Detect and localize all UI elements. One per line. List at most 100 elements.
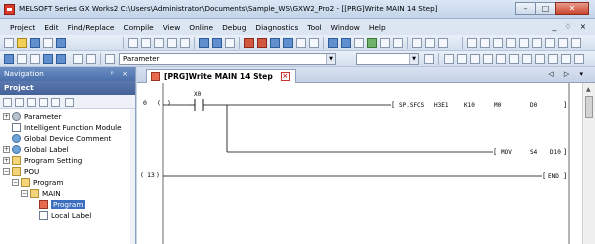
navigation-scrollbar[interactable] (130, 109, 135, 244)
expand-icon[interactable]: + (3, 113, 10, 120)
menu-debug[interactable]: Debug (222, 23, 246, 32)
collapse-icon[interactable]: − (3, 168, 10, 175)
redo-icon[interactable] (180, 38, 190, 48)
tree-item-local-label[interactable]: Local Label (39, 210, 91, 221)
ladder-vline-icon[interactable] (574, 54, 584, 64)
ladder-branch-icon[interactable] (506, 38, 516, 48)
window-cascade-icon[interactable] (425, 38, 435, 48)
copy-icon[interactable] (141, 38, 151, 48)
tab-navigation-icons[interactable]: ◁ ▷ ▾ (548, 70, 587, 78)
zoom-fit-icon[interactable] (424, 54, 434, 64)
help-icon[interactable] (56, 38, 66, 48)
verify-icon[interactable] (225, 38, 235, 48)
properties-icon[interactable] (39, 98, 48, 107)
mdi-controls[interactable]: _ ♢ × (552, 22, 589, 31)
expand-icon[interactable]: + (3, 146, 10, 153)
binoculars-icon[interactable] (105, 54, 115, 64)
output-window-icon[interactable] (43, 54, 53, 64)
print-icon[interactable] (43, 38, 53, 48)
tab-prg-write-main[interactable]: [PRG]Write MAIN 14 Step × (146, 69, 296, 83)
sort-icon[interactable] (51, 98, 60, 107)
close-tab-icon[interactable]: × (280, 72, 290, 81)
menu-online[interactable]: Online (189, 23, 213, 32)
ladder-coil-out-icon[interactable] (548, 54, 558, 64)
ladder-open-contact-icon[interactable] (444, 54, 454, 64)
pin-close-icon[interactable]: ᵖ × (111, 67, 131, 81)
menu-help[interactable]: Help (369, 23, 386, 32)
simulation-icon[interactable] (296, 38, 306, 48)
device-list-icon[interactable] (73, 54, 83, 64)
filter-icon[interactable] (65, 98, 74, 107)
convert-all-icon[interactable] (341, 38, 351, 48)
find-device-icon[interactable] (86, 54, 96, 64)
tree-item-main[interactable]: − MAIN (21, 188, 61, 199)
ladder-hline-icon[interactable] (561, 54, 571, 64)
tree-item-pou[interactable]: − POU (3, 166, 39, 177)
ladder-line-icon[interactable] (493, 38, 503, 48)
editor-scrollbar[interactable]: ▲ (582, 83, 595, 244)
ladder-instruction-icon[interactable] (519, 38, 529, 48)
save-icon[interactable] (30, 38, 40, 48)
ladder-function-icon[interactable] (545, 38, 555, 48)
ladder-contact-icon[interactable] (467, 38, 477, 48)
delete-data-icon[interactable] (15, 98, 24, 107)
compile-icon[interactable] (309, 38, 319, 48)
ladder-diagram[interactable]: 0 ( ) X0 [ SP.SFCS H3E1 K10 M0 D0 ] [ MO… (137, 83, 582, 244)
undo-icon[interactable] (167, 38, 177, 48)
open-data-icon[interactable] (27, 98, 36, 107)
project-window-icon[interactable] (4, 54, 14, 64)
convert-icon[interactable] (328, 38, 338, 48)
options-icon[interactable] (380, 38, 390, 48)
ladder-delete-icon[interactable] (532, 38, 542, 48)
minimize-button[interactable]: – (515, 2, 536, 15)
menu-find-replace[interactable]: Find/Replace (68, 23, 115, 32)
device-batch-icon[interactable] (270, 38, 280, 48)
scroll-thumb[interactable] (585, 96, 593, 118)
menu-window[interactable]: Window (331, 23, 360, 32)
write-to-plc-icon[interactable] (212, 38, 222, 48)
layout-icon[interactable] (393, 38, 403, 48)
ladder-closed-branch-icon[interactable] (509, 54, 519, 64)
tree-item-global-label[interactable]: + Global Label (3, 144, 69, 155)
tree-item-program-folder[interactable]: − Program (12, 177, 63, 188)
element-selection-icon[interactable] (30, 54, 40, 64)
expand-icon[interactable]: + (3, 157, 10, 164)
tree-item-parameter[interactable]: + Parameter (3, 111, 61, 122)
navigation-window-icon[interactable] (17, 54, 27, 64)
menu-compile[interactable]: Compile (123, 23, 153, 32)
tree-item-program-main[interactable]: Program (39, 199, 86, 210)
cross-reference-icon[interactable] (56, 54, 66, 64)
collapse-icon[interactable]: − (21, 190, 28, 197)
ladder-comment-icon[interactable] (558, 38, 568, 48)
zoom-icon[interactable] (412, 38, 422, 48)
ladder-rising-pulse-icon[interactable] (470, 54, 480, 64)
monitor-start-icon[interactable] (244, 38, 254, 48)
menu-view[interactable]: View (163, 23, 181, 32)
watch-icon[interactable] (283, 38, 293, 48)
cut-icon[interactable] (128, 38, 138, 48)
start-icon[interactable] (367, 38, 377, 48)
maximize-button[interactable]: □ (535, 2, 556, 15)
parameter-dropdown[interactable]: Parameter ▼ (119, 53, 336, 65)
ladder-invert-icon[interactable] (535, 54, 545, 64)
ladder-coil-icon[interactable] (480, 38, 490, 48)
find-icon[interactable] (354, 38, 364, 48)
tree-item-program-setting[interactable]: + Program Setting (3, 155, 82, 166)
ladder-pulse-branch-icon[interactable] (522, 54, 532, 64)
tree-item-global-device-comment[interactable]: Global Device Comment (12, 133, 111, 144)
paste-icon[interactable] (154, 38, 164, 48)
monitor-stop-icon[interactable] (257, 38, 267, 48)
close-button[interactable]: ✕ (555, 2, 589, 15)
open-project-icon[interactable] (17, 38, 27, 48)
ladder-falling-pulse-icon[interactable] (483, 54, 493, 64)
menu-diagnostics[interactable]: Diagnostics (255, 23, 298, 32)
read-from-plc-icon[interactable] (199, 38, 209, 48)
scroll-up-icon[interactable]: ▲ (586, 86, 591, 93)
ladder-statement-icon[interactable] (571, 38, 581, 48)
menu-edit[interactable]: Edit (44, 23, 58, 32)
chevron-down-icon[interactable]: ▼ (409, 54, 418, 64)
tree-item-intelligent-function-module[interactable]: Intelligent Function Module (12, 122, 122, 133)
collapse-icon[interactable]: − (12, 179, 19, 186)
ladder-closed-contact-icon[interactable] (457, 54, 467, 64)
new-project-icon[interactable] (4, 38, 14, 48)
